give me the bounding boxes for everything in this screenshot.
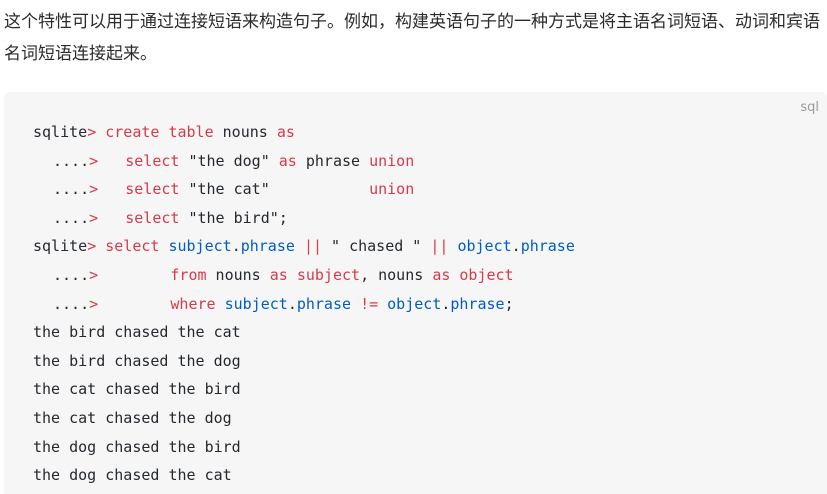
prompt-arrow: > (89, 208, 99, 227)
code-token: "the bird"; (179, 208, 288, 227)
identifier: phrase (450, 294, 505, 313)
code-token: , nouns (360, 265, 433, 284)
code-line: ....> select "the dog" as phrase union (33, 147, 575, 176)
keyword: select (125, 151, 180, 170)
prompt: .... (53, 180, 90, 199)
operator: || (430, 237, 449, 256)
code-token: . (231, 237, 241, 256)
output-line: the dog chased the cat (33, 466, 232, 485)
identifier: phrase (240, 237, 295, 256)
code-token: "the cat" (179, 180, 370, 199)
code-language-label: sql (800, 100, 819, 115)
code-line: sqlite> create table nouns as (33, 118, 575, 147)
keyword: select (105, 237, 160, 256)
intro-paragraph: 这个特性可以用于通过连接短语来构造句子。例如，构建英语句子的一种方式是将主语名词… (4, 12, 820, 64)
identifier: subject (168, 237, 232, 256)
prompt: .... (53, 208, 90, 227)
keyword: table (168, 123, 214, 141)
prompt-arrow: > (89, 294, 99, 313)
code-token: "the dog" (179, 151, 279, 170)
prompt-arrow: > (87, 237, 97, 256)
code-token: nouns (213, 123, 277, 141)
code-token: . (511, 237, 521, 256)
keyword: where (170, 294, 216, 313)
operator: != (360, 294, 379, 313)
keyword: as (269, 265, 288, 284)
output-line: the cat chased the bird (33, 380, 241, 399)
code-line: ....> select "the bird"; (33, 204, 575, 233)
identifier: object (387, 294, 442, 313)
code-token: nouns (206, 265, 270, 284)
code-line: ....> select "the cat" union (33, 175, 575, 204)
keyword: create (105, 123, 160, 141)
prompt-arrow: > (87, 123, 97, 141)
code-content: sqlite> create table nouns as ....> selec… (33, 118, 575, 490)
code-token: . (287, 294, 297, 313)
code-line: ....> from nouns as subject, nouns as ob… (33, 261, 575, 290)
prompt: .... (53, 294, 90, 313)
identifier: object (457, 237, 512, 256)
code-block: sql sqlite> create table nouns as ....> s… (4, 92, 827, 494)
output-line: the cat chased the dog (33, 408, 232, 427)
prompt-arrow: > (89, 265, 99, 284)
identifier: phrase (520, 237, 575, 256)
prompt: .... (53, 265, 90, 284)
keyword: union (369, 151, 415, 170)
keyword: as (278, 151, 297, 170)
output-line: the bird chased the dog (33, 351, 241, 370)
code-token: " chased " (322, 237, 431, 256)
keyword: union (369, 180, 415, 199)
output-line: the dog chased the bird (33, 437, 241, 456)
code-line: ....> where subject.phrase != object.phr… (33, 290, 575, 319)
code-token: ; (504, 294, 514, 313)
keyword: as (432, 265, 451, 284)
code-token: phrase (296, 151, 370, 170)
code-line: sqlite> select subject.phrase || " chase… (33, 232, 575, 261)
prompt-arrow: > (89, 180, 99, 199)
output-line: the bird chased the cat (33, 323, 241, 342)
operator: || (303, 237, 322, 256)
prompt: .... (53, 151, 90, 170)
prompt: sqlite (33, 237, 88, 256)
keyword: from (170, 265, 207, 284)
prompt: sqlite (33, 123, 88, 141)
keyword: select (125, 180, 180, 199)
keyword: as (276, 123, 295, 141)
keyword: subject (296, 265, 361, 284)
prompt-arrow: > (89, 151, 99, 170)
keyword: select (125, 208, 180, 227)
identifier: phrase (296, 294, 352, 313)
identifier: subject (224, 294, 288, 313)
keyword: object (459, 265, 514, 284)
